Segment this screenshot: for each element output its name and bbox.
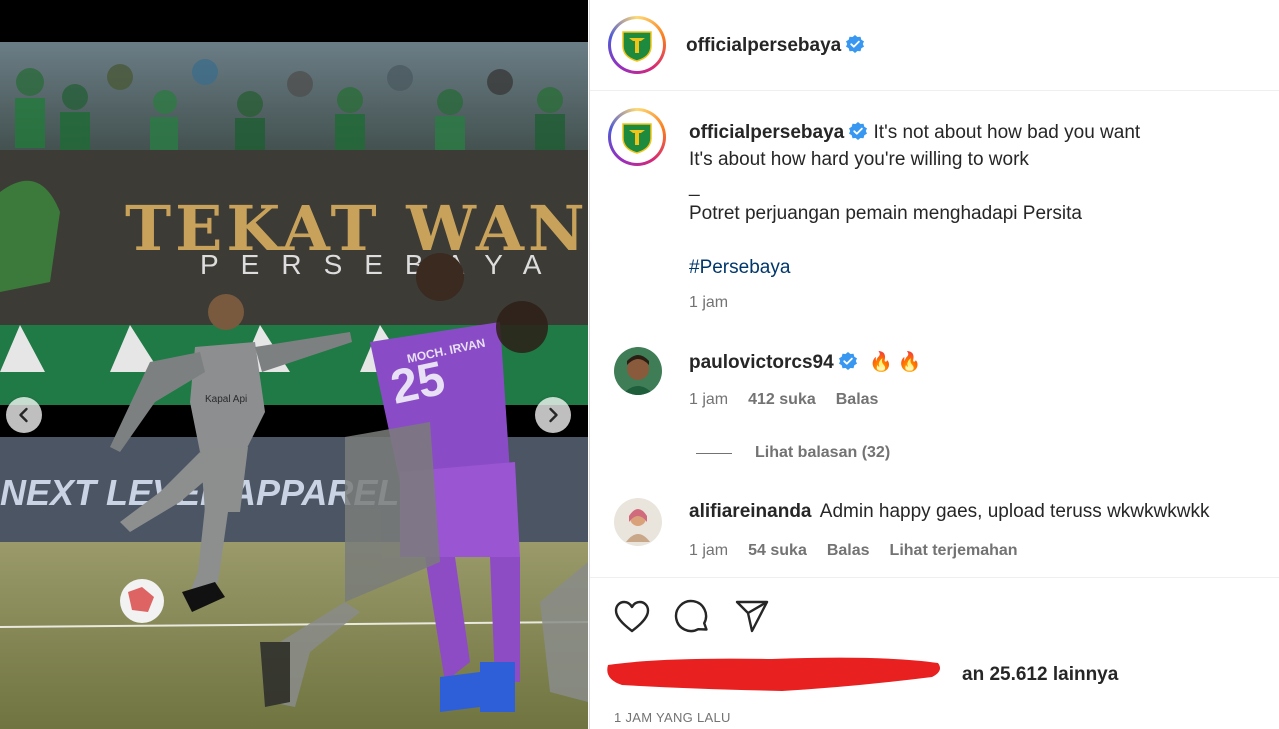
banner-subtext: PERSEBAYA: [200, 249, 563, 280]
comment-likes[interactable]: 54 suka: [748, 542, 807, 560]
reply-button[interactable]: Balas: [836, 391, 879, 409]
caption-line-2: It's about how hard you're willing to wo…: [689, 149, 1029, 170]
redaction-scribble: [607, 657, 940, 691]
jersey-number: 25: [386, 352, 449, 415]
heart-icon: [614, 600, 650, 633]
caption-avatar[interactable]: [608, 108, 666, 166]
caption-time: 1 jam: [689, 294, 729, 311]
caption-line-4: Potret perjuangan pemain menghadapi Pers…: [689, 203, 1082, 224]
reply-button[interactable]: Balas: [827, 542, 870, 560]
account-avatar[interactable]: [608, 16, 666, 74]
comment-avatar[interactable]: [614, 347, 662, 395]
header-username[interactable]: officialpersebaya: [686, 34, 865, 57]
caption-text: officialpersebaya It's not about how bad…: [689, 119, 1279, 316]
post-media: TEKAT WANI KU PERSEBAYA NEXT LEVEL APPAR…: [0, 0, 588, 729]
chevron-right-icon: [549, 407, 558, 423]
persebaya-crest-icon: [622, 31, 652, 62]
comment-likes[interactable]: 412 suka: [748, 391, 816, 409]
verified-badge-icon: [838, 352, 857, 370]
divider: [696, 452, 732, 454]
comment-time: 1 jam: [689, 391, 729, 408]
comment-text: Admin happy gaes, upload teruss wkwkwkwk…: [819, 501, 1210, 522]
likes-summary-text[interactable]: an 25.612 lainnya: [962, 664, 1118, 685]
persebaya-crest-icon: [622, 123, 652, 154]
chevron-left-icon: [19, 407, 28, 423]
shirt-brand: Kapal Api: [205, 394, 247, 405]
comment-time: 1 jam: [689, 542, 729, 559]
comment-username[interactable]: paulovictorcs94: [689, 352, 834, 373]
header-username-text[interactable]: officialpersebaya: [686, 35, 841, 56]
post-photo: TEKAT WANI KU PERSEBAYA NEXT LEVEL APPAR…: [0, 42, 588, 729]
comment-bubble-icon: [674, 599, 708, 633]
post-sidebar: officialpersebaya officialpersebaya It's…: [589, 0, 1279, 729]
comment-avatar[interactable]: [614, 498, 662, 546]
post-actions: an 25.612 lainnya 1 JAM YANG LALU: [590, 577, 1279, 729]
caption-line-3: _: [689, 176, 700, 197]
avatar: [614, 498, 662, 546]
view-replies-button[interactable]: Lihat balasan (32): [696, 444, 890, 462]
comment-meta: 1 jam 412 suka Balas: [689, 391, 878, 409]
comment-body: paulovictorcs94 🔥 🔥: [689, 350, 1269, 374]
caption-line-1: It's not about how bad you want: [873, 122, 1141, 143]
verified-badge-icon: [846, 35, 865, 53]
verified-badge-icon: [849, 122, 868, 140]
post-header: officialpersebaya: [590, 0, 1279, 91]
view-replies-label[interactable]: Lihat balasan (32): [755, 444, 890, 462]
caption-username[interactable]: officialpersebaya: [689, 122, 844, 143]
comment-username[interactable]: alifiareinanda: [689, 501, 812, 522]
comment-text: 🔥 🔥: [868, 352, 922, 373]
share-button[interactable]: [732, 597, 772, 637]
translate-button[interactable]: Lihat terjemahan: [890, 542, 1018, 560]
paper-plane-icon: [735, 600, 769, 633]
avatar: [614, 347, 662, 395]
hashtag-link[interactable]: #Persebaya: [689, 254, 1279, 281]
post-time-ago[interactable]: 1 JAM YANG LALU: [614, 710, 731, 725]
previous-photo-button[interactable]: [6, 397, 42, 433]
next-photo-button[interactable]: [535, 397, 571, 433]
comment-button[interactable]: [672, 597, 712, 637]
comment-meta: 1 jam 54 suka Balas Lihat terjemahan: [689, 542, 1018, 560]
comment-body: alifiareinanda Admin happy gaes, upload …: [689, 501, 1269, 523]
like-button[interactable]: [612, 597, 652, 637]
